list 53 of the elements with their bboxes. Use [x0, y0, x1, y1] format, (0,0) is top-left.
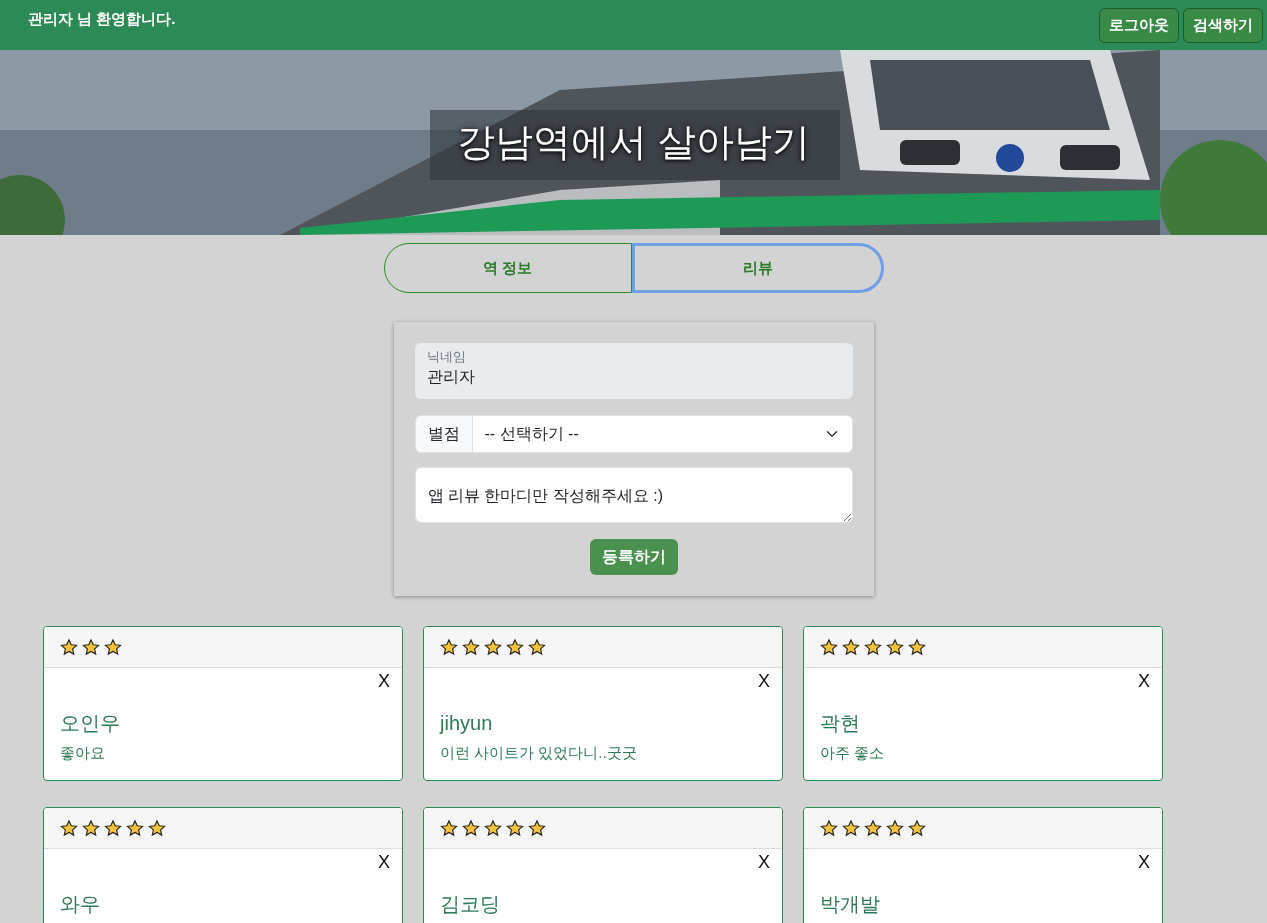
reviewer-name: 김코딩 [440, 892, 501, 917]
star-icon [864, 819, 882, 837]
star-icon [148, 819, 166, 837]
reviewer-name: jihyun [440, 711, 494, 736]
reviewer-name: 와우 [60, 892, 101, 917]
rating-select[interactable]: -- 선택하기 -- [471, 415, 853, 453]
close-button[interactable]: X [378, 853, 390, 871]
star-icon [842, 819, 860, 837]
star-icon [820, 819, 838, 837]
page-title: 강남역에서 살아남기 [457, 119, 810, 165]
star-icon [886, 638, 904, 656]
star-icon [60, 819, 78, 837]
reviewer-name: 박개발 [820, 892, 881, 917]
star-icon [104, 819, 122, 837]
star-icon [462, 819, 480, 837]
close-button[interactable]: X [1138, 672, 1150, 690]
rating-label: 별점 [414, 415, 473, 453]
reviewer-name: 오인우 [60, 711, 121, 736]
star-icon [484, 638, 502, 656]
star-icon [528, 819, 546, 837]
star-icon [886, 819, 904, 837]
tab[interactable]: 리뷰 [631, 243, 884, 293]
close-button[interactable]: X [1138, 853, 1150, 871]
review-text: 아주 좋소 [820, 743, 886, 763]
star-icon [104, 638, 122, 656]
nickname-label: 닉네임 [426, 349, 466, 365]
welcome-text: 관리자 님 환영합니다. [27, 9, 176, 29]
star-icon [864, 638, 882, 656]
star-icon [506, 819, 524, 837]
star-icon [440, 819, 458, 837]
reviewer-name: 곽현 [820, 711, 861, 736]
close-button[interactable]: X [758, 853, 770, 871]
star-icon [82, 819, 100, 837]
star-icon [60, 638, 78, 656]
logout-button[interactable]: 로그아웃 [1099, 8, 1179, 43]
close-button[interactable]: X [378, 672, 390, 690]
star-icon [908, 638, 926, 656]
star-icon [506, 638, 524, 656]
close-button[interactable]: X [758, 672, 770, 690]
comment-field[interactable]: 앱 리뷰 한마디만 작성해주세요 :) [414, 467, 853, 523]
star-icon [528, 638, 546, 656]
search-button[interactable]: 검색하기 [1183, 8, 1263, 43]
review-text: 이런 사이트가 있었다니..굿굿 [440, 743, 638, 763]
star-icon [126, 819, 144, 837]
star-icon [462, 638, 480, 656]
star-icon [908, 819, 926, 837]
star-icon [484, 819, 502, 837]
star-icon [820, 638, 838, 656]
star-icon [842, 638, 860, 656]
submit-button[interactable]: 등록하기 [589, 539, 678, 575]
star-icon [82, 638, 100, 656]
star-icon [440, 638, 458, 656]
review-text: 좋아요 [60, 743, 106, 763]
